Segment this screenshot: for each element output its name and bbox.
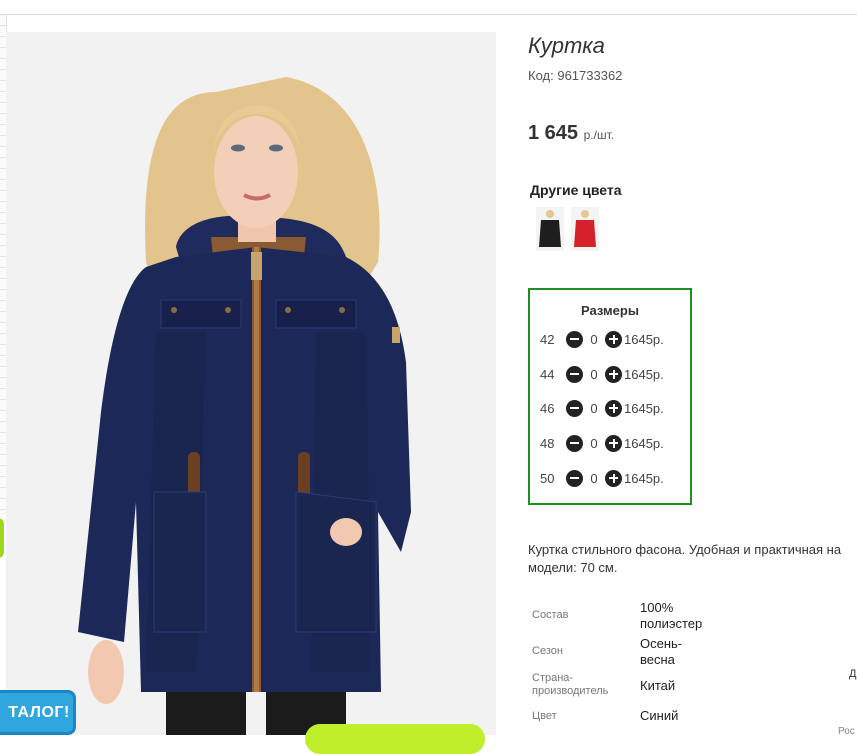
quantity-value[interactable]: 0 <box>583 332 605 347</box>
black-jacket-thumbnail <box>539 210 561 247</box>
plus-icon[interactable] <box>605 365 622 383</box>
side-green-tab[interactable] <box>0 518 4 558</box>
sizes-panel: Размеры 42 0 1645р. 44 0 1645р. 46 0 164… <box>528 288 692 505</box>
spec-value: Осень-весна <box>640 636 683 667</box>
minus-icon[interactable] <box>566 330 583 348</box>
color-swatch-red[interactable] <box>571 207 599 251</box>
plus-icon[interactable] <box>605 399 622 417</box>
product-photo[interactable] <box>6 32 496 735</box>
minus-icon[interactable] <box>566 365 583 383</box>
spec-label: Цвет <box>532 710 557 722</box>
other-colors-title: Другие цвета <box>530 182 622 198</box>
model-in-jacket-illustration <box>6 32 496 735</box>
size-label: 50 <box>540 470 555 486</box>
quantity-value[interactable]: 0 <box>583 471 605 486</box>
plus-icon[interactable] <box>605 469 622 487</box>
code-value: 961733362 <box>557 68 623 83</box>
size-label: 48 <box>540 435 555 451</box>
size-row: 46 0 1645р. <box>540 398 664 418</box>
red-jacket-thumbnail <box>574 210 596 247</box>
spec-label: Сезон <box>532 645 563 657</box>
size-label: 42 <box>540 331 555 347</box>
spec-label: Страна-производитель <box>532 672 609 697</box>
spec-label: Состав <box>532 609 569 621</box>
edge-text-ros: Рос <box>838 726 855 737</box>
sizes-title: Размеры <box>581 303 639 318</box>
color-swatch-black[interactable] <box>536 207 564 251</box>
size-price: 1645р. <box>624 400 664 416</box>
size-row: 44 0 1645р. <box>540 364 664 384</box>
size-price: 1645р. <box>624 366 664 382</box>
code-label: Код: <box>528 68 554 83</box>
size-label: 46 <box>540 400 555 416</box>
product-title: Куртка <box>528 33 605 58</box>
size-price: 1645р. <box>624 435 664 451</box>
product-code: Код: 961733362 <box>528 68 622 83</box>
quantity-value[interactable]: 0 <box>583 367 605 382</box>
spec-value: Синий <box>640 708 679 723</box>
size-price: 1645р. <box>624 331 664 347</box>
spec-value: 100% полиэстер <box>640 600 703 631</box>
top-divider <box>0 14 857 15</box>
minus-icon[interactable] <box>566 469 583 487</box>
minus-icon[interactable] <box>566 399 583 417</box>
minus-icon[interactable] <box>566 434 583 452</box>
edge-text-d: Д <box>849 668 857 680</box>
price-value: 1 645 <box>528 122 579 144</box>
product-price: 1 645 р./шт. <box>528 122 614 145</box>
green-action-button[interactable] <box>305 724 485 754</box>
quantity-value[interactable]: 0 <box>583 401 605 416</box>
quantity-value[interactable]: 0 <box>583 436 605 451</box>
price-unit: р./шт. <box>583 128 615 142</box>
size-row: 50 0 1645р. <box>540 468 664 488</box>
plus-icon[interactable] <box>605 434 622 452</box>
plus-icon[interactable] <box>605 330 622 348</box>
product-description: Куртка стильного фасона. Удобная и практ… <box>528 542 842 575</box>
catalog-button[interactable]: ТАЛОГ! <box>0 690 76 735</box>
size-price: 1645р. <box>624 470 664 486</box>
size-label: 44 <box>540 366 555 382</box>
size-row: 48 0 1645р. <box>540 433 664 453</box>
size-row: 42 0 1645р. <box>540 329 664 349</box>
spec-value: Китай <box>640 678 676 693</box>
